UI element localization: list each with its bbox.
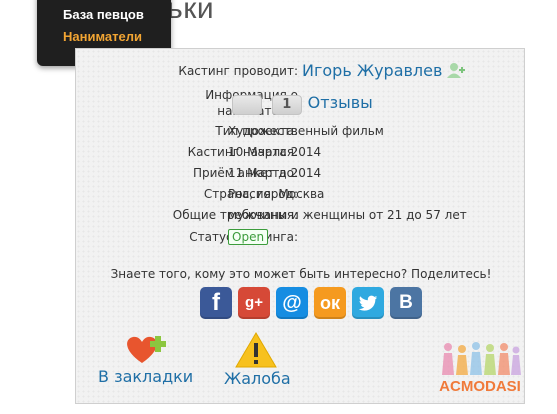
bookmark-button[interactable]: В закладки [98,331,193,386]
requirements-value: мужчины и женщины от 21 до 57 лет [228,208,467,222]
row-conductor: Кастинг проводит: Игорь Журавлев [76,61,526,83]
acmodasi-logo: ACMODASI [439,342,521,395]
complaint-label: Жалоба [224,369,291,388]
menu-item-employers[interactable]: Наниматели [63,26,171,48]
deadline-value: 11 Марта 2014 [228,166,322,180]
svg-text:ACMODASI: ACMODASI [439,378,521,395]
google-plus-icon[interactable]: g+ [238,287,270,319]
rating-empty-pill [232,94,262,115]
warning-icon [235,332,277,368]
row-location: Страна, город: Россия, Москва [76,184,526,204]
project-type-value: Художественный фильм [228,124,384,138]
row-project-type: Тип проекта: Художественный фильм [76,121,526,141]
share-prompt: Знаете того, кому это может быть интерес… [110,267,492,281]
menu-item-singers[interactable]: База певцов [63,4,171,26]
casting-card: Кастинг проводит: Игорь Журавлев Информа… [75,48,525,404]
facebook-icon[interactable]: f [200,287,232,319]
started-value: 10 Марта 2014 [228,145,322,159]
status-wrap: Open [228,227,269,247]
conductor-value-wrap: Игорь Журавлев [302,61,466,82]
vkontakte-icon[interactable]: В [390,287,422,319]
row-employer-info: Информация о нанимателе: 1 Отзывы [76,87,526,121]
status-badge: Open [228,229,269,245]
heart-plus-icon [127,336,166,363]
row-status: Статус кастинга: Open [76,227,526,247]
reviews-count-pill: 1 [271,94,302,115]
share-buttons: f g+ @ ок В [200,287,428,319]
odnoklassniki-icon[interactable]: ок [314,287,346,319]
conductor-label: Кастинг проводит: [178,64,298,78]
conductor-link[interactable]: Игорь Журавлев [302,61,442,80]
row-deadline: Приём анкет до: 11 Марта 2014 [76,163,526,183]
complaint-button[interactable]: Жалоба [224,331,291,388]
mail-ru-icon[interactable]: @ [276,287,308,319]
twitter-icon[interactable] [352,287,384,319]
row-requirements: Общие требования: мужчины и женщины от 2… [76,205,526,225]
add-contact-icon[interactable] [446,61,466,79]
reviews-link[interactable]: Отзывы [308,93,373,112]
employer-info-values: 1 Отзывы [232,93,373,115]
row-started: Кастинг начался: 10 Марта 2014 [76,142,526,162]
location-value: Россия, Москва [228,187,325,201]
bookmark-label: В закладки [98,367,194,386]
